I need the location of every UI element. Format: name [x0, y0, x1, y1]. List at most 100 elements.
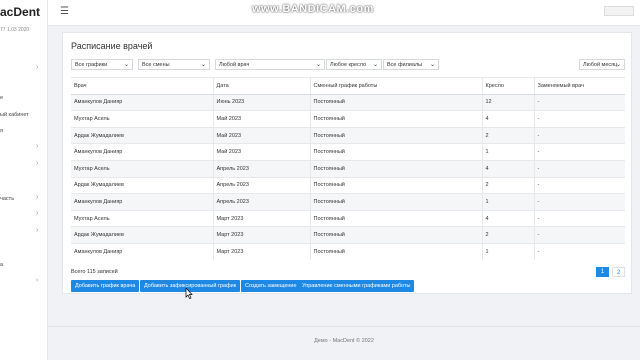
filter-doctor-value: Любой врач	[219, 62, 250, 68]
sidebar-item[interactable]: а	[0, 262, 3, 268]
chevron-right-icon: ›	[36, 143, 39, 150]
schedule-table: Врач Дата Сменный график работы Кресло З…	[71, 77, 625, 261]
recording-watermark: www.BANDICAM.com	[252, 3, 374, 15]
filter-chair[interactable]: Любое кресло ⌄	[326, 59, 382, 70]
cell-chair: 4	[481, 209, 534, 227]
cell-chair: 12	[481, 93, 534, 111]
column-header-doctor[interactable]: Врач	[71, 77, 213, 95]
filter-doctor[interactable]: Любой врач ⌄	[215, 59, 325, 70]
cell-replaced-doctor: -	[533, 126, 625, 144]
sidebar-item[interactable]: часть	[0, 196, 14, 202]
sidebar: acDent 77 1.03 2020 › е ый кабинет я › › часть…	[0, 0, 48, 360]
cell-doctor: Ардак Жумадалиев	[71, 126, 213, 144]
filter-schedule-type[interactable]: Все графики ⌄	[71, 59, 133, 70]
brand-logo[interactable]: acDent	[0, 5, 40, 19]
cell-chair: 1	[481, 143, 534, 161]
cell-shift-schedule: Постоянный	[309, 93, 482, 111]
column-header-replaced-doctor[interactable]: Заменяемый врач	[533, 77, 625, 95]
cell-replaced-doctor: -	[533, 93, 625, 111]
footer-copyright: Демо - MacDent © 2022	[314, 338, 374, 344]
cell-replaced-doctor: -	[533, 176, 625, 194]
cell-date: Май 2023	[212, 126, 310, 144]
table-header-row: Врач Дата Сменный график работы Кресло З…	[71, 77, 625, 95]
chevron-down-icon: ⌄	[315, 62, 321, 68]
cell-doctor: Аманкулов Данияр	[71, 242, 213, 261]
cell-date: Март 2023	[212, 209, 310, 227]
manage-shift-schedules-button[interactable]: Управление сменными графиками работы	[298, 280, 415, 292]
table-row[interactable]: Аманкулов Данияр Май 2023 Постоянный 1-	[71, 143, 625, 161]
filter-shift[interactable]: Все смены ⌄	[138, 59, 210, 70]
cell-shift-schedule: Постоянный	[309, 143, 482, 161]
table-row[interactable]: Ардак Жумадалиев Март 2023 Постоянный 2-	[71, 226, 625, 244]
cell-doctor: Аманкулов Данияр	[71, 193, 213, 211]
brand-subtitle: 77 1.03 2020	[0, 27, 30, 33]
column-header-date[interactable]: Дата	[212, 77, 310, 95]
table-row[interactable]: Мухтар Асель Март 2023 Постоянный 4-	[71, 209, 625, 227]
table-row[interactable]: Ардак Жумадалиев Май 2023 Постоянный 2-	[71, 126, 625, 144]
sidebar-item[interactable]: е	[0, 95, 3, 101]
filter-month[interactable]: Любой месяц ⌄	[579, 59, 625, 70]
add-doctor-schedule-button[interactable]: Добавить график врача	[71, 280, 140, 292]
cell-replaced-doctor: -	[533, 209, 625, 227]
cell-doctor: Ардак Жумадалиев	[71, 176, 213, 194]
cell-doctor: Мухтар Асель	[71, 110, 213, 128]
cell-date: Май 2023	[212, 110, 310, 128]
cell-chair: 1	[481, 193, 534, 211]
cell-shift-schedule: Постоянный	[309, 176, 482, 194]
cell-chair: 4	[481, 159, 534, 178]
cell-date: Апрель 2023	[212, 176, 310, 194]
cell-shift-schedule: Постоянный	[309, 110, 482, 128]
sidebar-item[interactable]: я	[0, 128, 3, 134]
cell-doctor: Ардак Жумадалиев	[71, 226, 213, 244]
table-row[interactable]: Аманкулов Данияр Июнь 2023 Постоянный 12-	[71, 93, 625, 111]
cell-replaced-doctor: -	[533, 193, 625, 211]
cell-shift-schedule: Постоянный	[309, 159, 482, 178]
chevron-right-icon: ›	[36, 277, 39, 284]
cell-chair: 2	[481, 126, 534, 144]
cell-date: Июнь 2023	[212, 93, 310, 111]
table-row[interactable]: Аманкулов Данияр Март 2023 Постоянный 1-	[71, 242, 625, 261]
cell-chair: 2	[481, 226, 534, 244]
chevron-down-icon: ⌄	[200, 62, 206, 68]
chevron-down-icon: ⌄	[615, 62, 621, 68]
filter-month-value: Любой месяц	[583, 62, 618, 68]
cell-replaced-doctor: -	[533, 110, 625, 128]
chevron-right-icon: ›	[36, 210, 39, 217]
cell-shift-schedule: Постоянный	[309, 126, 482, 144]
cell-date: Март 2023	[212, 242, 310, 261]
cell-date: Апрель 2023	[212, 159, 310, 178]
menu-toggle-icon[interactable]: ☰	[60, 6, 69, 17]
pagination-page-2[interactable]: 2	[612, 267, 625, 277]
column-header-chair[interactable]: Кресло	[481, 77, 534, 95]
footer-divider	[48, 326, 640, 327]
table-row[interactable]: Ардак Жумадалиев Апрель 2023 Постоянный 2-	[71, 176, 625, 194]
cell-doctor: Аманкулов Данияр	[71, 93, 213, 111]
mouse-pointer-icon	[185, 288, 193, 299]
cell-replaced-doctor: -	[533, 143, 625, 161]
cell-replaced-doctor: -	[533, 226, 625, 244]
chevron-right-icon: ›	[36, 194, 39, 201]
pagination-page-1[interactable]: 1	[596, 267, 609, 277]
chevron-right-icon: ›	[36, 160, 39, 167]
cell-shift-schedule: Постоянный	[309, 226, 482, 244]
table-row[interactable]: Мухтар Асель Май 2023 Постоянный 4-	[71, 110, 625, 128]
table-row[interactable]: Аманкулов Данияр Апрель 2023 Постоянный 1-	[71, 193, 625, 211]
cell-chair: 4	[481, 110, 534, 128]
cell-chair: 1	[481, 242, 534, 261]
filter-branch-value: Все филиалы	[387, 62, 423, 68]
table-row[interactable]: Мухтар Асель Апрель 2023 Постоянный 4-	[71, 159, 625, 178]
column-header-shift-schedule[interactable]: Сменный график работы	[309, 77, 482, 95]
cell-shift-schedule: Постоянный	[309, 193, 482, 211]
cell-date: Апрель 2023	[212, 193, 310, 211]
cell-date: Март 2023	[212, 226, 310, 244]
cell-shift-schedule: Постоянный	[309, 209, 482, 227]
cell-doctor: Мухтар Асель	[71, 159, 213, 178]
user-menu[interactable]	[604, 6, 634, 16]
cell-doctor: Аманкулов Данияр	[71, 143, 213, 161]
chevron-down-icon: ⌄	[429, 62, 435, 68]
filter-branch[interactable]: Все филиалы ⌄	[383, 59, 439, 70]
sidebar-item[interactable]: ый кабинет	[0, 112, 29, 118]
cell-chair: 2	[481, 176, 534, 194]
create-replacement-button[interactable]: Создать замещение	[241, 280, 301, 292]
chevron-down-icon: ⌄	[372, 62, 378, 68]
